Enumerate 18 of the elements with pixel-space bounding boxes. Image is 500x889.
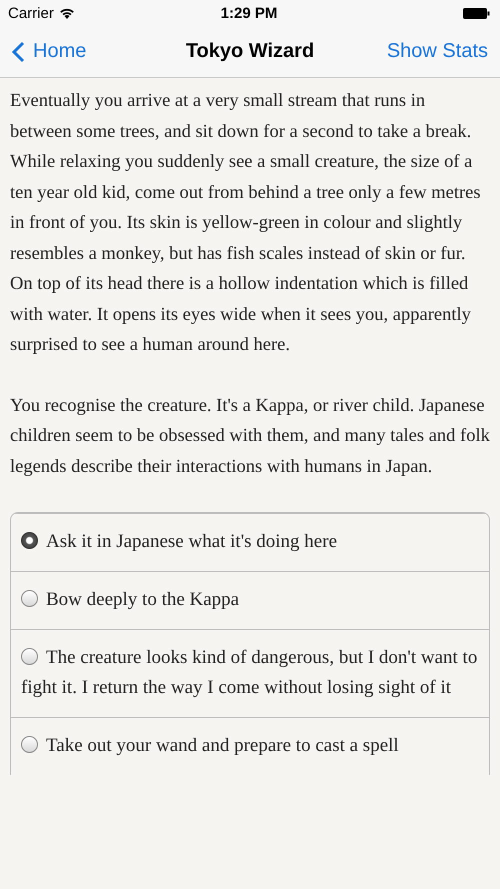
show-stats-button[interactable]: Show Stats: [386, 40, 488, 63]
radio-button[interactable]: [21, 736, 38, 753]
story-paragraph: Eventually you arrive at a very small stream that runs in between some trees, and sit down for a second to take a break. While relaxing you suddenly see a small creature, the size of a ten year old kid, come out from behind a tree only a few metres in front of you. Its skin is yellow-green in colour and slightly resembles a monkey, but has fish scales instead of skin or fur. On top of its head there is a hollow indentation which is filled with water. It opens its eyes wide when it sees you, apparently surprised to see a human around here.: [10, 90, 482, 357]
back-button[interactable]: Home: [12, 40, 86, 63]
radio-button[interactable]: [21, 590, 38, 607]
choice-option[interactable]: Ask it in Japanese what it's doing here: [11, 513, 489, 571]
wifi-icon: [58, 7, 75, 19]
nav-title: Tokyo Wizard: [186, 40, 314, 63]
carrier-label: Carrier: [8, 4, 54, 22]
choice-option[interactable]: Bow deeply to the Kappa: [11, 571, 489, 629]
status-time: 1:29 PM: [220, 4, 278, 22]
radio-button[interactable]: [21, 532, 38, 549]
back-chevron-icon: [12, 40, 25, 62]
battery-icon: [463, 8, 490, 18]
radio-button[interactable]: [21, 648, 38, 665]
story-paragraph: You recognise the creature. It's a Kappa, or river child. Japanese children seem to be obsessed with them, and many tales and folk legends describe their interactions with humans in Japan.: [10, 394, 490, 478]
choice-option[interactable]: Take out your wand and prepare to cast a spell: [11, 717, 489, 775]
choice-option[interactable]: The creature looks kind of dangerous, but I don't want to fight it. I return the way I come without losing sight of it: [11, 629, 489, 717]
